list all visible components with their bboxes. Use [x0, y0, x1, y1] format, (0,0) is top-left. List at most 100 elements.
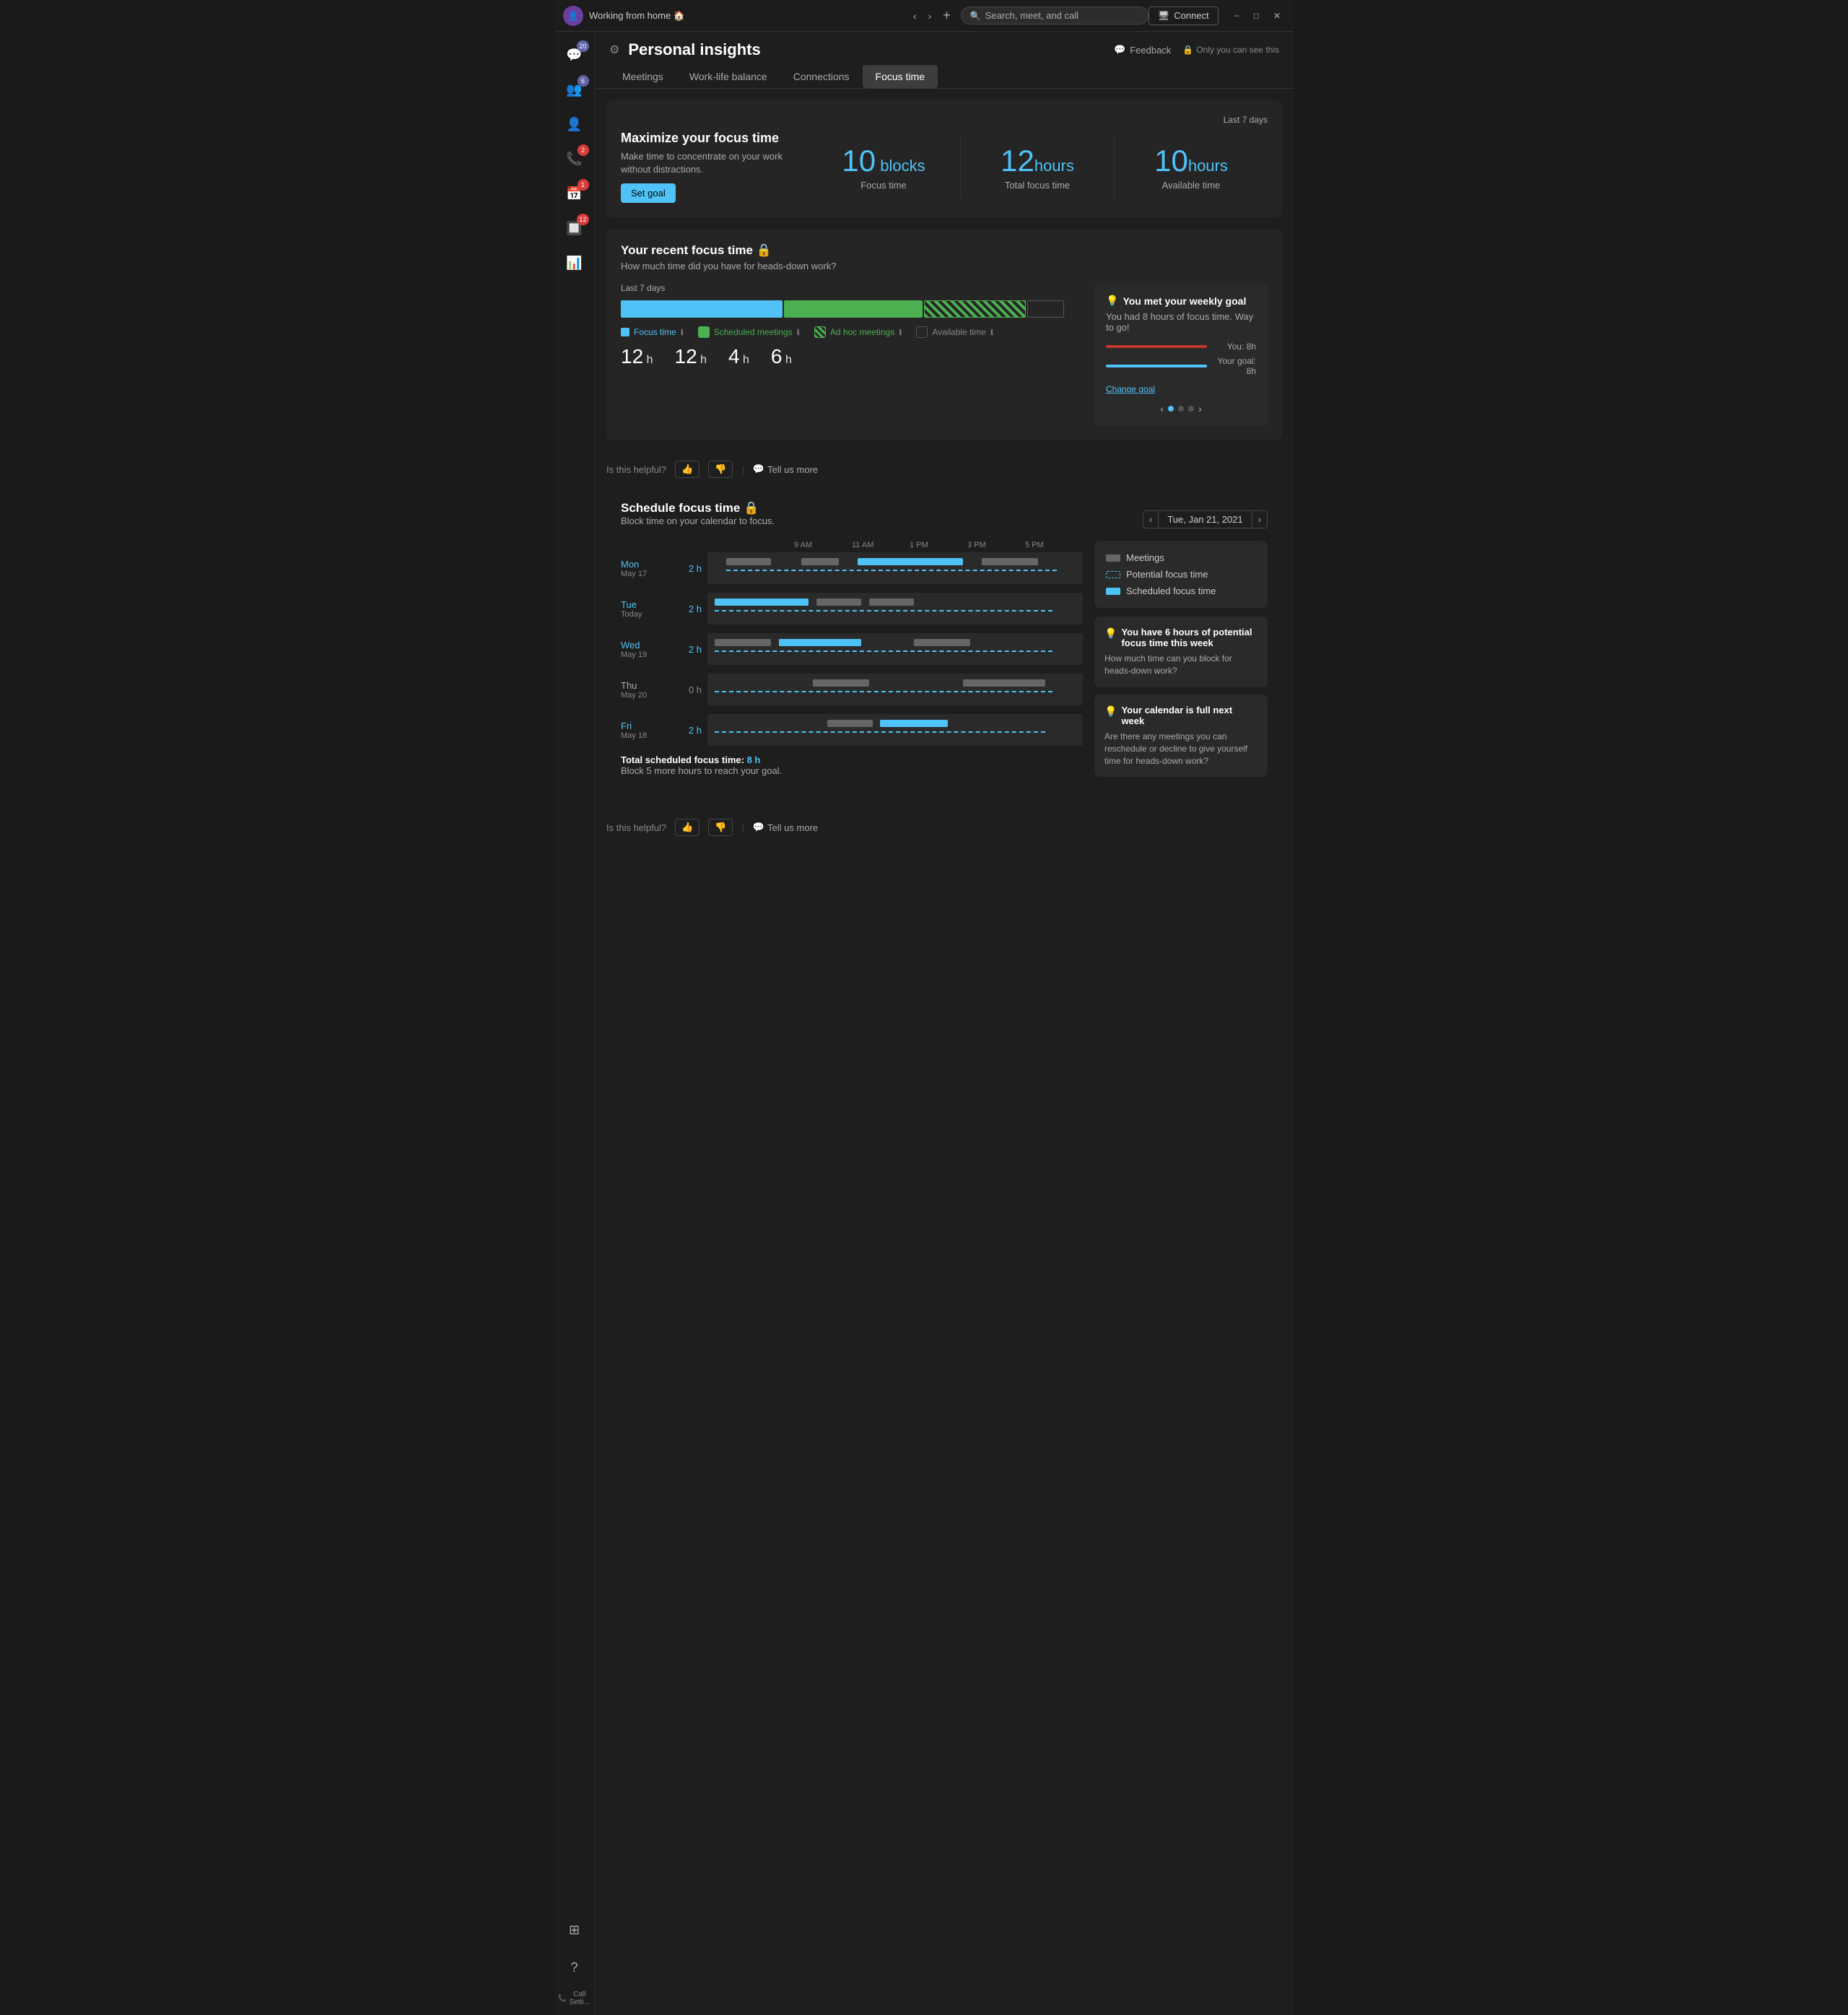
day-date-tue: Today: [621, 610, 679, 619]
tab-connections[interactable]: Connections: [780, 65, 863, 88]
day-date-thu: May 20: [621, 691, 679, 700]
legend-dot-available: [916, 326, 928, 338]
day-label-wed: Wed May 19: [621, 640, 679, 659]
focus-intro-subtitle: Make time to concentrate on your work wi…: [621, 150, 807, 176]
tell-more-button-2[interactable]: 💬 Tell us more: [753, 822, 818, 833]
carousel-next[interactable]: ›: [1198, 403, 1202, 414]
date-prev-button[interactable]: ‹: [1143, 511, 1158, 528]
gear-icon[interactable]: ⚙: [609, 43, 619, 57]
metric-available: 6 h: [771, 345, 792, 368]
forward-button[interactable]: ›: [924, 8, 936, 23]
connect-button[interactable]: 🖥 Connect: [1149, 6, 1219, 25]
legend-dot-scheduled: [698, 326, 710, 338]
day-name-tue: Tue: [621, 599, 679, 610]
tl-meeting-tue-2: [869, 599, 914, 606]
search-placeholder: Search, meet, and call: [985, 10, 1078, 21]
timeline-thu: [707, 674, 1083, 705]
legend-scheduled-focus-label: Scheduled focus time: [1126, 586, 1216, 596]
helpful-label: Is this helpful?: [606, 464, 666, 475]
tl-scheduled-tue: [715, 599, 808, 606]
day-hours-mon: 2 h: [679, 563, 707, 574]
sidebar-item-contacts[interactable]: 👤: [559, 108, 590, 140]
thumbs-down-button-2[interactable]: 👎: [708, 819, 733, 836]
legend-potential-label: Potential focus time: [1126, 569, 1208, 580]
contacts-icon: 👤: [566, 117, 582, 132]
total-label: Total scheduled focus time:: [621, 754, 744, 765]
close-button[interactable]: ✕: [1269, 9, 1285, 22]
tell-more-button[interactable]: 💬 Tell us more: [753, 464, 818, 475]
tl-scheduled-fri: [880, 720, 948, 727]
time-11am: 11 AM: [852, 541, 910, 549]
metric-focus-unit: h: [643, 354, 653, 366]
recent-focus-card: Your recent focus time 🔒 How much time d…: [606, 229, 1282, 440]
divider-2: |: [741, 822, 744, 833]
stat-blocks-unit: blocks: [880, 157, 925, 175]
insight-card-2: 💡 Your calendar is full next week Are th…: [1094, 695, 1268, 777]
bulb-icon: 💡: [1106, 295, 1118, 307]
timeline-inner-fri: [707, 720, 1083, 740]
sidebar-item-apps[interactable]: 🔲 12: [559, 212, 590, 244]
tl-meeting-wed-2: [914, 639, 970, 646]
recent-focus-subtitle: How much time did you have for heads-dow…: [621, 261, 1268, 271]
stat-blocks-label: Focus time: [821, 180, 946, 191]
day-hours-fri: 2 h: [679, 725, 707, 736]
timeline-inner-wed: [707, 639, 1083, 659]
tl-meeting-mon-1: [726, 558, 771, 565]
sidebar-item-calendar[interactable]: 📅 1: [559, 178, 590, 209]
set-goal-button[interactable]: Set goal: [621, 183, 676, 203]
tab-meetings[interactable]: Meetings: [609, 65, 676, 88]
bar-focus: [621, 300, 783, 318]
timeline-inner-tue: [707, 599, 1083, 619]
legend-dot-adhoc: [814, 326, 826, 338]
add-tab-button[interactable]: +: [938, 8, 955, 23]
thumbs-up-button-2[interactable]: 👍: [675, 819, 699, 836]
back-button[interactable]: ‹: [909, 8, 921, 23]
carousel-prev[interactable]: ‹: [1160, 403, 1164, 414]
sidebar: 💬 20 👥 6 👤 📞 2 📅 1 🔲 12 📊 ⊞: [554, 32, 595, 2015]
metric-scheduled: 12 h: [675, 345, 707, 368]
stat-hours-value: 12: [1001, 144, 1034, 178]
call-settings[interactable]: 📞 Call Setti...: [555, 1988, 594, 2009]
sidebar-item-grid[interactable]: ⊞: [559, 1914, 590, 1946]
day-label-tue: Tue Today: [621, 599, 679, 619]
total-scheduled: Total scheduled focus time: 8 h Block 5 …: [621, 754, 1083, 776]
stat-hours-label: Total focus time: [975, 180, 1099, 191]
sidebar-item-calls[interactable]: 📞 2: [559, 143, 590, 175]
time-1pm: 1 PM: [910, 541, 967, 549]
sidebar-item-teams[interactable]: 👥 6: [559, 74, 590, 105]
message-icon-2: 💬: [753, 822, 764, 833]
sidebar-item-insights[interactable]: 📊: [559, 247, 590, 279]
legend-scheduled-focus: Scheduled focus time: [1106, 586, 1256, 596]
legend-info-available: ℹ: [990, 328, 993, 337]
focus-intro: Maximize your focus time Make time to co…: [621, 131, 807, 203]
schedule-row-wed: Wed May 19 2 h: [621, 633, 1083, 665]
tl-meeting-thu-2: [963, 679, 1045, 687]
metric-sched-val: 12: [675, 345, 697, 367]
time-header: 9 AM 11 AM 1 PM 3 PM 5 PM: [621, 541, 1083, 549]
day-hours-thu: 0 h: [679, 684, 707, 695]
thumbs-up-button[interactable]: 👍: [675, 461, 699, 478]
tab-worklife[interactable]: Work-life balance: [676, 65, 780, 88]
search-bar[interactable]: 🔍 Search, meet, and call: [961, 6, 1149, 25]
bar-available: [1027, 300, 1064, 318]
schedule-legend: Meetings Potential focus time Scheduled …: [1094, 541, 1268, 608]
thumbs-down-button[interactable]: 👎: [708, 461, 733, 478]
feedback-button[interactable]: 💬 Feedback: [1114, 44, 1171, 56]
timeline-inner-thu: [707, 679, 1083, 700]
metric-avail-unit: h: [783, 354, 792, 366]
tab-focustime[interactable]: Focus time: [863, 65, 938, 88]
maximize-button[interactable]: □: [1250, 9, 1263, 22]
tl-scheduled-mon: [858, 558, 963, 565]
change-goal-button[interactable]: Change goal: [1106, 384, 1155, 394]
minimize-button[interactable]: −: [1230, 9, 1244, 22]
sidebar-item-chat[interactable]: 💬 20: [559, 39, 590, 71]
day-date-fri: May 18: [621, 731, 679, 740]
date-next-button[interactable]: ›: [1252, 511, 1267, 528]
dot-1: [1168, 406, 1174, 412]
goal-bar-you-fill: [1106, 345, 1207, 348]
day-label-mon: Mon May 17: [621, 559, 679, 578]
recent-focus-title: Your recent focus time 🔒: [621, 243, 1268, 258]
phone-settings-icon: 📞: [558, 1995, 567, 2003]
legend-dot-focus: [621, 328, 629, 336]
sidebar-item-help[interactable]: ?: [559, 1951, 590, 1983]
